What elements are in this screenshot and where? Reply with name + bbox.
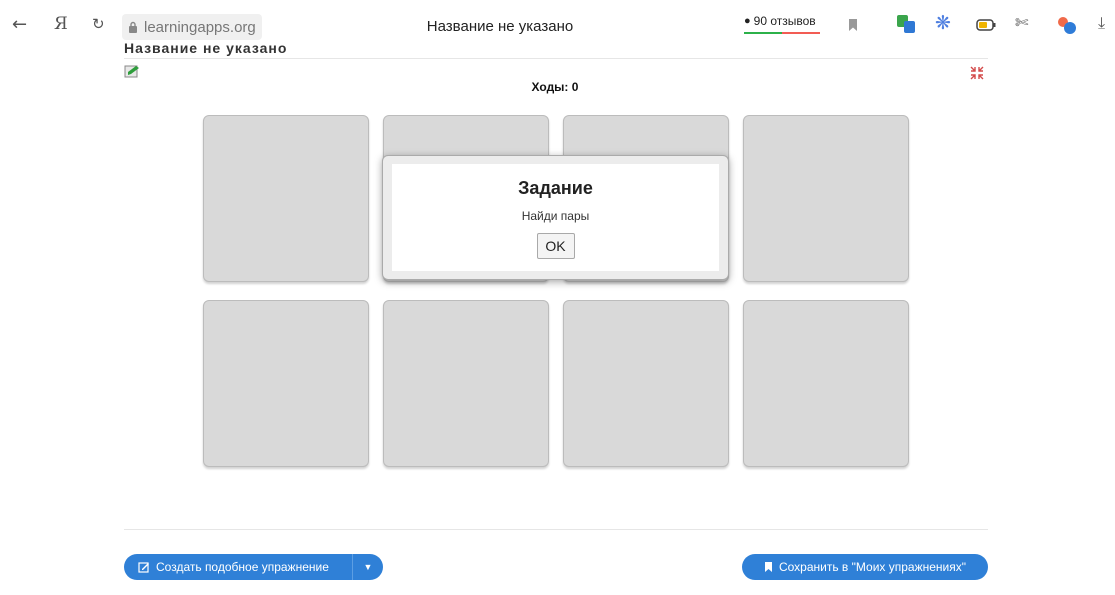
create-similar-label: Создать подобное упражнение	[156, 560, 329, 574]
create-similar-button[interactable]: Создать подобное упражнение ▼	[124, 554, 383, 580]
divider	[124, 58, 988, 59]
bookmark-icon	[764, 562, 772, 572]
memory-card[interactable]	[203, 115, 369, 282]
battery-icon[interactable]	[976, 19, 996, 31]
comment-icon: ●	[744, 15, 751, 27]
scissors-icon[interactable]: ✄	[1015, 13, 1028, 32]
page-title: Название не указано	[124, 40, 288, 56]
edit-icon	[138, 562, 149, 573]
caret-down-icon[interactable]: ▼	[353, 562, 383, 572]
dialog-text: Найди пары	[521, 209, 590, 223]
dialog-title: Задание	[518, 178, 593, 198]
url-text: learningapps.org	[144, 18, 256, 36]
divider	[124, 529, 988, 530]
reviews-link[interactable]: ● 90 отзывов	[744, 14, 816, 28]
arrow-left-icon[interactable]: ←	[12, 14, 27, 35]
lock-icon	[129, 21, 137, 33]
memory-card[interactable]	[383, 300, 549, 467]
address-bar[interactable]: learningapps.org	[122, 14, 262, 40]
save-label: Сохранить в "Моих упражнениях"	[778, 560, 967, 574]
edit-help-icon[interactable]	[124, 64, 142, 80]
task-dialog: Задание Найди пары OK	[382, 155, 729, 280]
reviews-label: 90 отзывов	[753, 14, 816, 28]
create-similar-main[interactable]: Создать подобное упражнение	[124, 554, 352, 580]
reviews-rating-bar	[744, 32, 820, 34]
memory-card[interactable]	[203, 300, 369, 467]
memory-card[interactable]	[743, 115, 909, 282]
reload-icon[interactable]: ↻	[92, 15, 105, 33]
translate-icon[interactable]	[896, 14, 916, 34]
save-to-my-exercises-button[interactable]: Сохранить в "Моих упражнениях"	[742, 554, 988, 580]
bookmark-icon[interactable]	[848, 18, 858, 32]
tab-title: Название не указано	[426, 18, 574, 35]
snowflake-icon[interactable]: ❋	[935, 12, 951, 34]
ok-button[interactable]: OK	[536, 233, 575, 259]
memory-card[interactable]	[563, 300, 729, 467]
browser-logo[interactable]: Я	[54, 14, 68, 34]
extension-status-icon[interactable]	[1056, 15, 1078, 35]
task-dialog-body: Задание Найди пары OK	[392, 164, 719, 271]
moves-counter: Ходы: 0	[531, 80, 579, 94]
memory-card[interactable]	[743, 300, 909, 467]
download-icon[interactable]: ⤓	[1098, 13, 1105, 33]
fullscreen-icon[interactable]	[970, 66, 984, 80]
